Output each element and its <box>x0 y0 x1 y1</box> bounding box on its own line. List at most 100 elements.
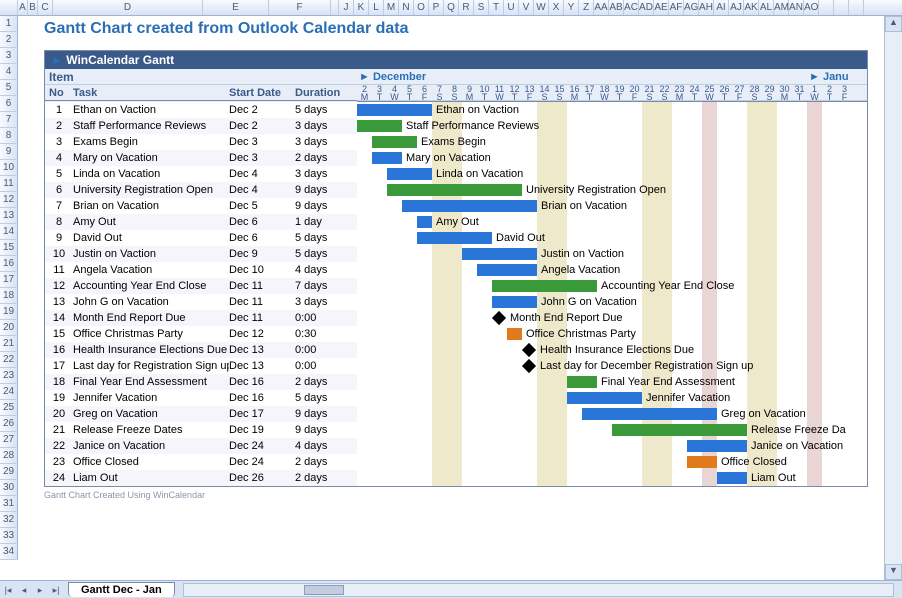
col-header-cell[interactable]: AM <box>774 0 789 15</box>
task-row[interactable]: 1Ethan on VactionDec 25 days <box>45 102 357 118</box>
col-header-cell[interactable]: AG <box>684 0 699 15</box>
gantt-bar[interactable]: David Out <box>417 232 492 244</box>
gantt-bar[interactable]: Angela Vacation <box>477 264 537 276</box>
row-header-cell[interactable]: 8 <box>0 128 18 144</box>
gantt-bar[interactable]: Ethan on Vaction <box>357 104 432 116</box>
gantt-bar[interactable]: Brian on Vacation <box>402 200 537 212</box>
row-header-cell[interactable]: 15 <box>0 240 18 256</box>
row-header-cell[interactable]: 14 <box>0 224 18 240</box>
col-header-cell[interactable]: S <box>474 0 489 15</box>
row-header-cell[interactable]: 32 <box>0 512 18 528</box>
col-header-cell[interactable] <box>0 0 18 15</box>
task-row[interactable]: 5Linda on VacationDec 43 days <box>45 166 357 182</box>
col-header-cell[interactable]: AA <box>594 0 609 15</box>
gantt-bar[interactable]: Mary on Vacation <box>372 152 402 164</box>
gantt-bar[interactable]: Jennifer Vacation <box>567 392 642 404</box>
col-header-cell[interactable]: K <box>354 0 369 15</box>
row-header-cell[interactable]: 25 <box>0 400 18 416</box>
row-header-cell[interactable]: 5 <box>0 80 18 96</box>
task-row[interactable]: 2Staff Performance ReviewsDec 23 days <box>45 118 357 134</box>
tab-nav-first-icon[interactable]: |◂ <box>0 582 16 598</box>
gantt-bar[interactable]: Amy Out <box>417 216 432 228</box>
tab-nav-last-icon[interactable]: ▸| <box>48 582 64 598</box>
sheet-tab[interactable]: Gantt Dec - Jan <box>68 582 175 597</box>
row-header-cell[interactable]: 12 <box>0 192 18 208</box>
task-row[interactable]: 23Office ClosedDec 242 days <box>45 454 357 470</box>
row-header-cell[interactable]: 33 <box>0 528 18 544</box>
col-header-cell[interactable]: C <box>38 0 53 15</box>
row-header-cell[interactable]: 13 <box>0 208 18 224</box>
row-header-cell[interactable]: 24 <box>0 384 18 400</box>
row-header-cell[interactable]: 18 <box>0 288 18 304</box>
task-row[interactable]: 17Last day for Registration Sign upDec 1… <box>45 358 357 374</box>
task-row[interactable]: 11Angela VacationDec 104 days <box>45 262 357 278</box>
task-row[interactable]: 21Release Freeze DatesDec 199 days <box>45 422 357 438</box>
col-header-cell[interactable]: AJ <box>729 0 744 15</box>
gantt-bar[interactable]: Final Year End Assessment <box>567 376 597 388</box>
col-header-cell[interactable]: AB <box>609 0 624 15</box>
col-header-cell[interactable]: D <box>53 0 203 15</box>
row-header-cell[interactable]: 29 <box>0 464 18 480</box>
task-row[interactable]: 14Month End Report DueDec 110:00 <box>45 310 357 326</box>
gantt-bar[interactable]: Staff Performance Reviews <box>357 120 402 132</box>
col-header-cell[interactable]: Y <box>564 0 579 15</box>
col-header-cell[interactable]: AL <box>759 0 774 15</box>
gantt-bar[interactable]: Justin on Vaction <box>462 248 537 260</box>
col-header-cell[interactable]: A <box>18 0 28 15</box>
row-header-cell[interactable]: 7 <box>0 112 18 128</box>
task-row[interactable]: 9David OutDec 65 days <box>45 230 357 246</box>
row-header-cell[interactable]: 9 <box>0 144 18 160</box>
row-header-cell[interactable]: 26 <box>0 416 18 432</box>
gantt-bar[interactable]: Accounting Year End Close <box>492 280 597 292</box>
col-header-cell[interactable]: T <box>489 0 504 15</box>
row-header-cell[interactable]: 3 <box>0 48 18 64</box>
gantt-bar[interactable]: Office Closed <box>687 456 717 468</box>
col-header-cell[interactable]: W <box>534 0 549 15</box>
task-row[interactable]: 16Health Insurance Elections DueDec 130:… <box>45 342 357 358</box>
gantt-bar[interactable]: University Registration Open <box>387 184 522 196</box>
col-header-cell[interactable]: AD <box>639 0 654 15</box>
col-header-cell[interactable]: AK <box>744 0 759 15</box>
col-header-cell[interactable]: Z <box>579 0 594 15</box>
col-header-cell[interactable]: AC <box>624 0 639 15</box>
col-header-cell[interactable]: AN <box>789 0 804 15</box>
gantt-bar[interactable]: Release Freeze Da <box>612 424 747 436</box>
row-header-cell[interactable]: 28 <box>0 448 18 464</box>
gantt-bar[interactable]: Greg on Vacation <box>582 408 717 420</box>
col-header-cell[interactable]: N <box>399 0 414 15</box>
col-header-cell[interactable]: AE <box>654 0 669 15</box>
col-header-cell[interactable]: AH <box>699 0 714 15</box>
row-header-cell[interactable]: 19 <box>0 304 18 320</box>
task-row[interactable]: 3Exams BeginDec 33 days <box>45 134 357 150</box>
task-row[interactable]: 20Greg on VacationDec 179 days <box>45 406 357 422</box>
row-header-cell[interactable]: 31 <box>0 496 18 512</box>
row-header-cell[interactable]: 6 <box>0 96 18 112</box>
task-row[interactable]: 22Janice on VacationDec 244 days <box>45 438 357 454</box>
tab-nav-prev-icon[interactable]: ◂ <box>16 582 32 598</box>
col-header-cell[interactable]: Q <box>444 0 459 15</box>
col-header-cell[interactable]: L <box>369 0 384 15</box>
col-header-cell[interactable] <box>834 0 849 15</box>
task-row[interactable]: 8Amy OutDec 61 day <box>45 214 357 230</box>
row-header-cell[interactable]: 30 <box>0 480 18 496</box>
scroll-thumb[interactable] <box>304 585 344 595</box>
row-header-cell[interactable]: 11 <box>0 176 18 192</box>
col-header-cell[interactable]: B <box>28 0 38 15</box>
gantt-bar[interactable]: Office Christmas Party <box>507 328 522 340</box>
row-header-cell[interactable]: 1 <box>0 16 18 32</box>
row-header-cell[interactable]: 34 <box>0 544 18 560</box>
col-header-cell[interactable]: O <box>414 0 429 15</box>
row-header-cell[interactable]: 2 <box>0 32 18 48</box>
task-row[interactable]: 24Liam OutDec 262 days <box>45 470 357 486</box>
col-header-cell[interactable]: U <box>504 0 519 15</box>
task-row[interactable]: 4Mary on VacationDec 32 days <box>45 150 357 166</box>
task-row[interactable]: 12Accounting Year End CloseDec 117 days <box>45 278 357 294</box>
gantt-bar[interactable]: Liam Out <box>717 472 747 484</box>
task-row[interactable]: 18Final Year End AssessmentDec 162 days <box>45 374 357 390</box>
col-header-cell[interactable] <box>331 0 339 15</box>
col-header-cell[interactable]: AI <box>714 0 729 15</box>
row-header-cell[interactable]: 17 <box>0 272 18 288</box>
task-row[interactable]: 19Jennifer VacationDec 165 days <box>45 390 357 406</box>
col-header-cell[interactable]: AF <box>669 0 684 15</box>
row-header-cell[interactable]: 4 <box>0 64 18 80</box>
